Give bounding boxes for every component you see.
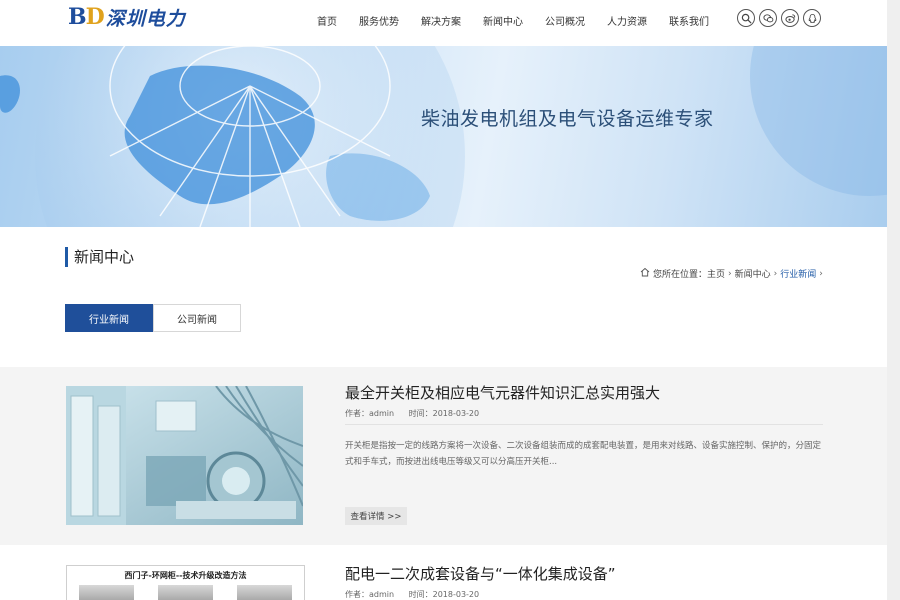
article-meta: 作者：admin 时间：2018-03-20 [345,589,479,600]
breadcrumb-separator: › [773,268,778,279]
logo-letters: BD [68,4,105,30]
nav-item-solutions[interactable]: 解决方案 [421,10,461,31]
globe-illustration [0,46,887,227]
nav-item-contact[interactable]: 联系我们 [669,10,709,31]
nav-item-news[interactable]: 新闻中心 [483,10,523,31]
thumbnail-caption: 西门子-环网柜--技术升级改造方法 [124,570,247,580]
site-header: BD 深圳电力 首页 服务优势 解决方案 新闻中心 公司概况 人力资源 联系我们 [0,0,887,46]
social-links [737,9,825,27]
article-date: 时间：2018-03-20 [408,409,480,418]
section-title: 新闻中心 [65,247,134,267]
breadcrumb-home[interactable]: 主页 [707,267,725,280]
thumbnail-photo [79,585,134,600]
article-summary: 开关柜是指按一定的线路方案将一次设备、二次设备组装而成的成套配电装置，是用来对线… [345,441,822,467]
thumbnail-photos [67,585,304,600]
breadcrumb-prefix: 您所在位置： [653,270,708,280]
tab-company-news[interactable]: 公司新闻 [153,304,241,332]
banner-slogan: 柴油发电机组及电气设备运维专家 [421,108,714,130]
home-icon [640,267,653,280]
tab-industry-news[interactable]: 行业新闻 [65,304,153,332]
breadcrumb-separator: › [728,268,732,279]
nav-item-home[interactable]: 首页 [317,10,337,31]
article-thumbnail[interactable] [66,386,303,525]
article-thumbnail[interactable]: 西门子-环网柜--技术升级改造方法 [66,565,305,600]
site-logo[interactable]: BD 深圳电力 [68,4,186,30]
thumbnail-photo [158,585,213,600]
scrollbar-track[interactable] [887,0,900,600]
article-title[interactable]: 配电一二次成套设备与“一体化集成设备” [345,563,616,584]
article-meta: 作者：admin 时间：2018-03-20 [345,408,479,419]
main-nav: 首页 服务优势 解决方案 新闻中心 公司概况 人力资源 联系我们 [303,10,709,31]
article-author: 作者：admin [345,409,395,418]
read-more-button[interactable]: 查看详情 >> [345,507,407,525]
nav-item-about[interactable]: 公司概况 [545,10,585,31]
thumbnail-photo [237,585,292,600]
breadcrumb-current[interactable]: 行业新闻 [780,267,816,280]
nav-item-hr[interactable]: 人力资源 [607,10,647,31]
hero-banner: 柴油发电机组及电气设备运维专家 [0,46,887,227]
article-date: 时间：2018-03-20 [408,590,480,599]
logo-text: 深圳电力 [105,7,186,30]
breadcrumb-separator: › [819,268,823,279]
switchgear-photo [66,386,303,525]
breadcrumb-news[interactable]: 新闻中心 [735,267,771,280]
search-icon[interactable] [737,9,755,27]
article-title[interactable]: 最全开关柜及相应电气元器件知识汇总实用强大 [345,382,660,403]
wechat-icon[interactable] [759,9,777,27]
nav-item-advantages[interactable]: 服务优势 [359,10,399,31]
weibo-icon[interactable] [781,9,799,27]
article-author: 作者：admin [345,590,395,599]
breadcrumb: 您所在位置： 主页 › 新闻中心 › 行业新闻 › [640,267,826,280]
news-tabs: 行业新闻 公司新闻 [65,304,241,332]
divider [345,424,823,425]
qq-icon[interactable] [803,9,821,27]
